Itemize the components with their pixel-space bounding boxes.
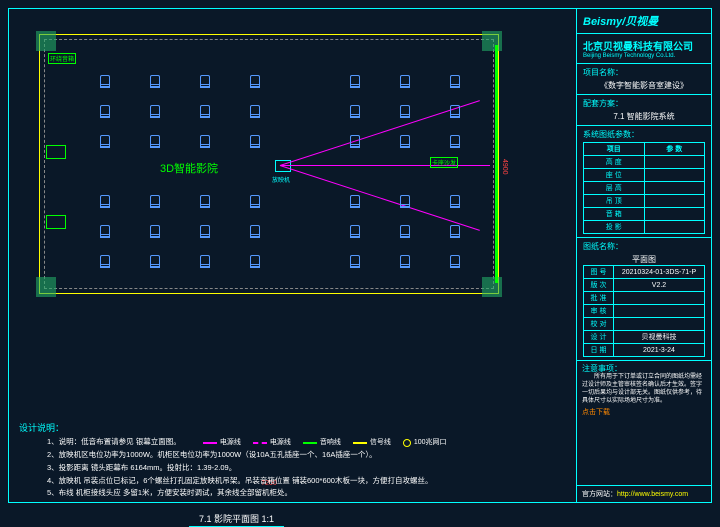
seat-icon	[400, 225, 410, 237]
note-line: 5、布线 机柜接线头应 多留1米，方便安装时调试，其余线全部留机柜处。	[19, 487, 566, 500]
seat-icon	[200, 225, 210, 237]
screen-wall	[495, 45, 498, 283]
seat-icon	[150, 255, 160, 267]
project-title-label: 项目名称：	[583, 67, 705, 78]
figure-title: 7.1 影院平面图 1:1	[189, 512, 284, 527]
drawing-frame: 放映机 环绕音箱 卡座沙发 3D智能影院 rows:6 cols:7 7200 …	[8, 8, 712, 503]
params-label: 系统图纸参数：	[583, 129, 705, 140]
company-name-en: Beijing Beismy Technology Co.Ltd.	[583, 53, 705, 59]
column-icon	[36, 31, 56, 51]
company-name-cn: 北京贝视曼科技有限公司	[583, 38, 705, 53]
notice-text: 所有用于下订单或订立合同的图纸均需经过设计师及主管审核签名确认后才生效。签字一切…	[582, 374, 706, 405]
seat-icon	[350, 255, 360, 267]
seat-icon	[100, 75, 110, 87]
seat-icon	[350, 195, 360, 207]
seat-icon	[400, 75, 410, 87]
seat-icon	[250, 135, 260, 147]
note-line: 4、放映机 吊装点位已标记，6个螺丝打孔固定放映机吊架。吊装音箱位置 铺装600…	[19, 475, 566, 488]
seat-icon	[100, 195, 110, 207]
column-icon	[482, 277, 502, 297]
seat-icon	[250, 225, 260, 237]
scheme-label: 配套方案：	[583, 98, 705, 109]
notice-label: 注意事项：	[582, 364, 706, 374]
seat-icon	[150, 135, 160, 147]
seat-icon	[400, 105, 410, 117]
note-line: 3、投影距离 镜头距幕布 6164mm。投射比：1.39-2.09。	[19, 462, 566, 475]
seat-icon	[450, 105, 460, 117]
project-title-value: 《数字智能影音室建设》	[583, 80, 705, 91]
column-icon	[36, 277, 56, 297]
note-line: 1、说明：低音布置请参见 银幕立面图。	[47, 437, 181, 446]
projection-ray	[280, 165, 490, 166]
seat-icon	[400, 195, 410, 207]
params-table: 项目参 数 高 度 座 位 层 高 吊 顶 音 箱 投 影	[583, 142, 705, 234]
tag-surround: 环绕音箱	[48, 53, 76, 64]
equipment-icon	[46, 215, 66, 229]
seat-icon	[250, 105, 260, 117]
column-icon	[482, 31, 502, 51]
drawname-value: 平面图	[583, 254, 705, 265]
seat-icon	[150, 105, 160, 117]
seat-icon	[350, 225, 360, 237]
seat-icon	[150, 75, 160, 87]
seat-icon	[450, 225, 460, 237]
seat-icon	[100, 225, 110, 237]
notes-heading: 设计说明：	[19, 421, 566, 436]
legend: 电源线 电源线 音响线 信号线 100兆网口	[203, 437, 447, 449]
dimension-height: 4900	[501, 159, 508, 175]
seat-icon	[150, 225, 160, 237]
info-table: 图 号20210324-01-3DS-71-P 版 次V2.2 批 准 审 核 …	[583, 265, 705, 357]
seat-icon	[100, 255, 110, 267]
seat-icon	[250, 255, 260, 267]
projector-label: 放映机	[272, 175, 290, 184]
tag-sofa: 卡座沙发	[430, 157, 458, 168]
drawname-label: 图纸名称：	[583, 241, 705, 252]
seat-icon	[450, 195, 460, 207]
website-link[interactable]: http://www.beismy.com	[617, 491, 688, 498]
seat-icon	[200, 75, 210, 87]
drawing-canvas: 放映机 环绕音箱 卡座沙发 3D智能影院 rows:6 cols:7 7200 …	[9, 9, 576, 502]
seat-icon	[400, 135, 410, 147]
seat-icon	[450, 135, 460, 147]
seat-icon	[250, 75, 260, 87]
seat-icon	[100, 105, 110, 117]
seat-icon	[350, 75, 360, 87]
scheme-value: 7.1 智能影院系统	[583, 111, 705, 122]
floor-plan: 放映机 环绕音箱 卡座沙发 3D智能影院 rows:6 cols:7	[39, 34, 499, 294]
seat-icon	[200, 255, 210, 267]
download-link[interactable]: 点击下载	[582, 408, 610, 417]
seat-icon	[250, 195, 260, 207]
seat-icon	[450, 75, 460, 87]
note-line: 2、放映机区电位功率为1000W。机柜区电位功率为1000W（设10A五孔插座一…	[19, 449, 566, 462]
footer: 官方网站：http://www.beismy.com	[577, 485, 711, 502]
seat-icon	[150, 195, 160, 207]
seat-icon	[200, 195, 210, 207]
room-label: 3D智能影院	[160, 160, 218, 176]
seat-icon	[400, 255, 410, 267]
design-notes: 设计说明： 1、说明：低音布置请参见 银幕立面图。 电源线 电源线 音响线 信号…	[19, 421, 566, 500]
title-block: Beismy/贝视曼 北京贝视曼科技有限公司 Beijing Beismy Te…	[576, 9, 711, 502]
seat-icon	[450, 255, 460, 267]
equipment-icon	[46, 145, 66, 159]
seat-icon	[350, 105, 360, 117]
seat-icon	[200, 105, 210, 117]
seat-icon	[200, 135, 210, 147]
seat-icon	[100, 135, 110, 147]
logo: Beismy/贝视曼	[583, 13, 705, 29]
seat-icon	[350, 135, 360, 147]
